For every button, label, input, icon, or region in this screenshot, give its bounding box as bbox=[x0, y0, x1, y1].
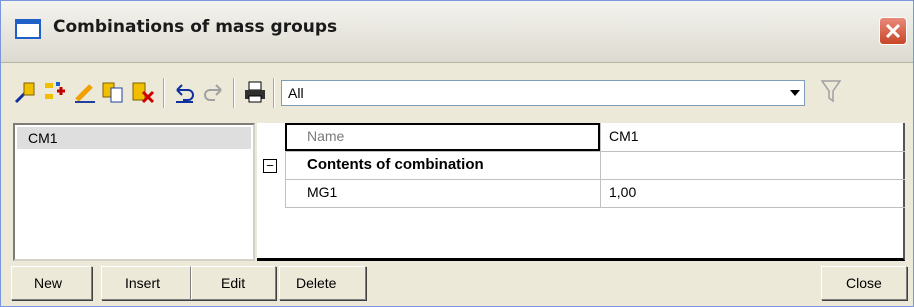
close-icon bbox=[885, 23, 901, 39]
undo-icon[interactable] bbox=[173, 80, 197, 104]
properties-grid: Name CM1 − Contents of combination MG1 1… bbox=[257, 123, 905, 261]
dialog-window: Combinations of mass groups All CM1 Name bbox=[0, 0, 914, 307]
filter-dropdown[interactable]: All bbox=[281, 80, 805, 106]
section-header: Contents of combination bbox=[307, 156, 484, 173]
window-icon bbox=[15, 19, 41, 39]
print-icon[interactable] bbox=[243, 80, 267, 104]
combination-list[interactable]: CM1 bbox=[13, 123, 255, 261]
toolbar-separator bbox=[273, 78, 275, 108]
chevron-down-icon bbox=[790, 90, 800, 96]
edit-pencil-icon[interactable] bbox=[73, 80, 97, 104]
redo-icon[interactable] bbox=[201, 80, 225, 104]
toolbar: All bbox=[1, 68, 913, 118]
copy-icon[interactable] bbox=[101, 80, 125, 104]
window-title: Combinations of mass groups bbox=[53, 17, 338, 37]
filter-value: All bbox=[288, 85, 304, 101]
new-button[interactable]: New bbox=[11, 266, 92, 300]
list-item[interactable]: CM1 bbox=[17, 127, 251, 149]
delete-icon[interactable] bbox=[131, 80, 155, 104]
row-label: MG1 bbox=[307, 184, 338, 200]
delete-button[interactable]: Delete bbox=[279, 266, 366, 300]
collapse-toggle[interactable]: − bbox=[263, 159, 277, 173]
name-value[interactable]: CM1 bbox=[609, 128, 639, 144]
new-item-icon[interactable] bbox=[13, 80, 37, 104]
insert-button[interactable]: Insert bbox=[101, 266, 191, 300]
close-button[interactable]: Close bbox=[821, 266, 907, 300]
insert-icon[interactable] bbox=[43, 80, 67, 104]
button-bar: New Insert Edit Delete Close bbox=[1, 263, 913, 307]
filter-funnel-icon[interactable] bbox=[821, 79, 841, 103]
toolbar-separator bbox=[163, 78, 165, 108]
title-bar: Combinations of mass groups bbox=[1, 1, 913, 63]
window-close-button[interactable] bbox=[879, 17, 907, 45]
name-label: Name bbox=[307, 128, 345, 144]
edit-button[interactable]: Edit bbox=[191, 266, 276, 300]
toolbar-separator bbox=[233, 78, 235, 108]
row-value[interactable]: 1,00 bbox=[609, 184, 636, 200]
